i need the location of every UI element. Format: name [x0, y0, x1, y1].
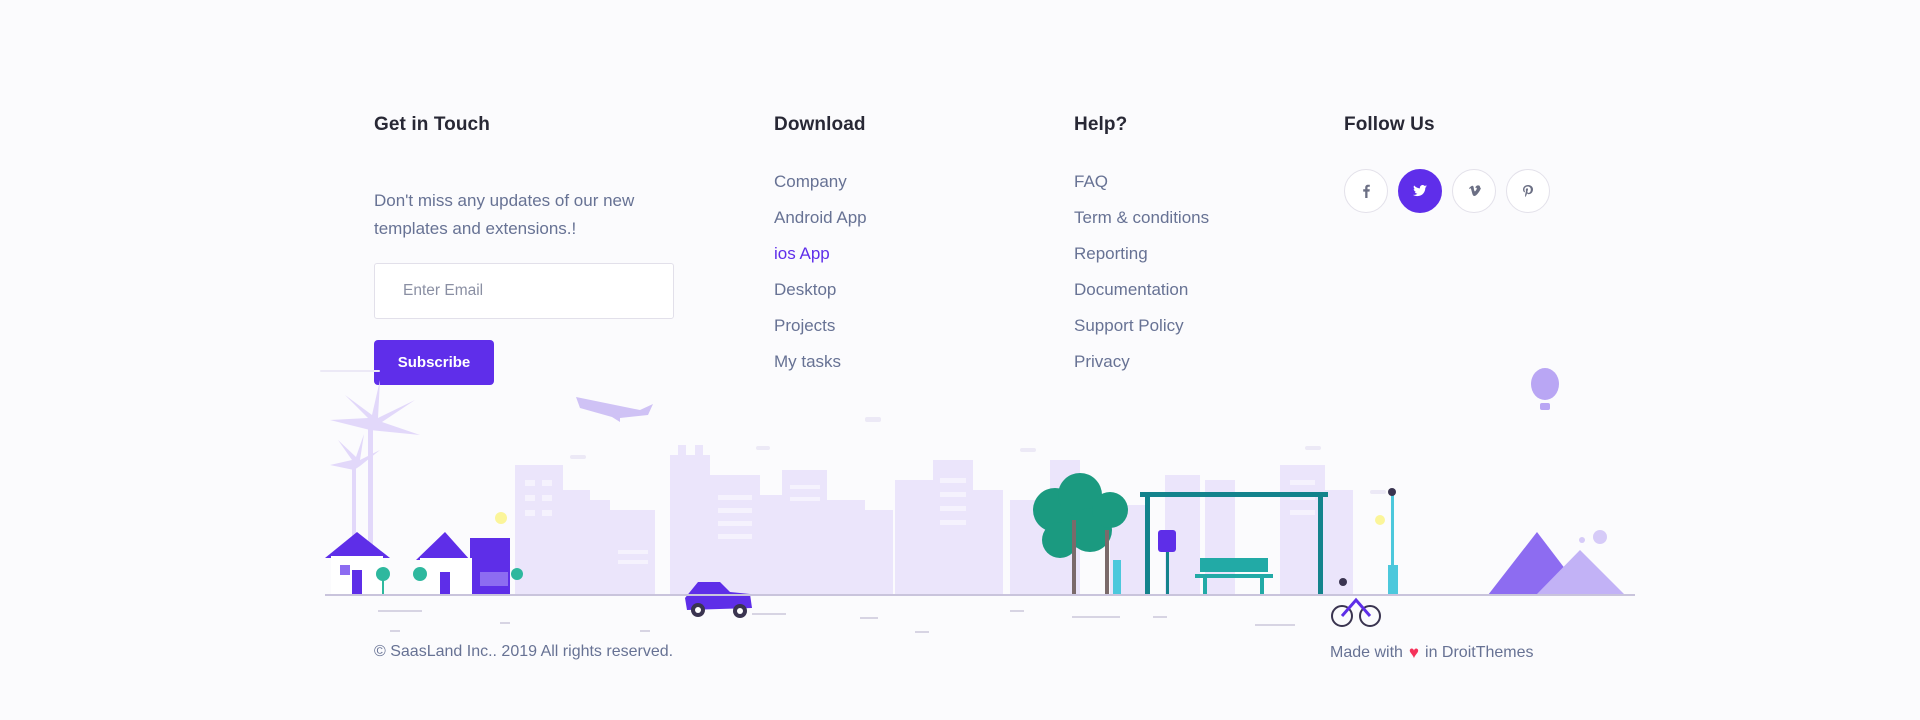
road-dashes — [378, 610, 1295, 633]
street-lamp — [1375, 488, 1398, 595]
vimeo-icon[interactable] — [1452, 169, 1496, 213]
download-section: Download Company Android App ios App Des… — [774, 114, 867, 385]
help-link-faq[interactable]: FAQ — [1074, 169, 1209, 205]
download-link-android-app[interactable]: Android App — [774, 205, 867, 241]
facebook-icon[interactable] — [1344, 169, 1388, 213]
get-in-touch-section: Get in Touch Don't miss any updates of o… — [374, 114, 704, 385]
mountains — [1488, 530, 1625, 595]
email-input[interactable] — [374, 263, 674, 319]
download-link-company[interactable]: Company — [774, 169, 867, 205]
made-with-suffix: in DroitThemes — [1425, 644, 1534, 661]
follow-section: Follow Us — [1344, 114, 1550, 213]
clouds — [320, 370, 1386, 494]
hot-air-balloon — [1531, 368, 1559, 410]
made-with-prefix: Made with — [1330, 644, 1403, 661]
follow-title: Follow Us — [1344, 114, 1435, 135]
help-title: Help? — [1074, 114, 1128, 135]
help-link-documentation[interactable]: Documentation — [1074, 277, 1209, 313]
pinterest-icon[interactable] — [1506, 169, 1550, 213]
download-link-desktop[interactable]: Desktop — [774, 277, 867, 313]
twitter-icon[interactable] — [1398, 169, 1442, 213]
help-section: Help? FAQ Term & conditions Reporting Do… — [1074, 114, 1209, 385]
download-title: Download — [774, 114, 866, 135]
newsletter-description: Don't miss any updates of our new templa… — [374, 191, 635, 238]
help-links: FAQ Term & conditions Reporting Document… — [1074, 169, 1209, 385]
copyright-text: © SaasLand Inc.. 2019 All rights reserve… — [374, 643, 674, 660]
made-with-text: Made with ♥ in DroitThemes — [1330, 643, 1534, 663]
help-link-terms[interactable]: Term & conditions — [1074, 205, 1209, 241]
help-link-reporting[interactable]: Reporting — [1074, 241, 1209, 277]
sun — [495, 512, 507, 524]
download-links: Company Android App ios App Desktop Proj… — [774, 169, 867, 385]
houses — [325, 532, 523, 595]
city-illustration — [320, 368, 1635, 633]
download-link-ios-app[interactable]: ios App — [774, 241, 867, 277]
help-link-support-policy[interactable]: Support Policy — [1074, 313, 1209, 349]
heart-icon: ♥ — [1408, 643, 1420, 662]
ground-line — [325, 594, 1635, 596]
social-links — [1344, 169, 1550, 213]
airplane — [576, 397, 653, 422]
download-link-projects[interactable]: Projects — [774, 313, 867, 349]
city-skyline — [515, 445, 1353, 595]
get-in-touch-title: Get in Touch — [374, 114, 490, 135]
